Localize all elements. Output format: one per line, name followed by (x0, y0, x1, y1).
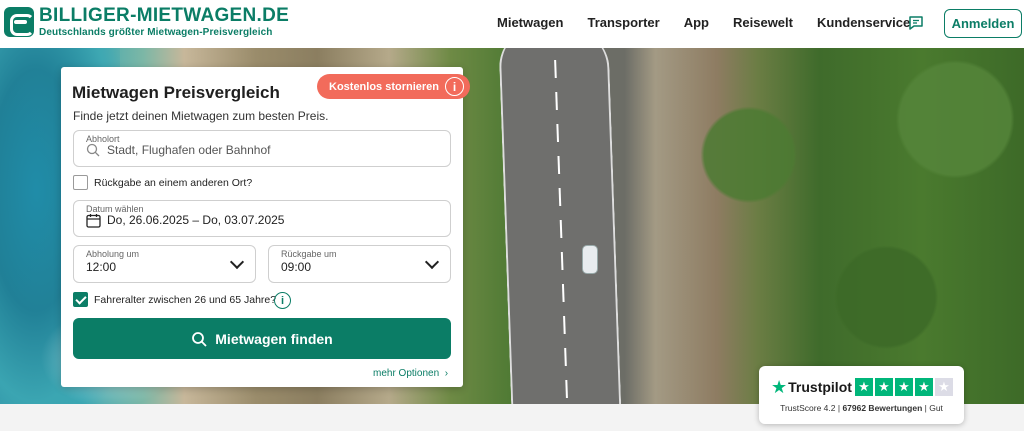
return-time-select[interactable]: Rückgabe um 09:00 (268, 245, 451, 283)
car-icon (583, 246, 597, 273)
info-icon[interactable]: i (445, 77, 464, 96)
star-icon: ★ (895, 378, 913, 396)
return-time-label: Rückgabe um (281, 249, 337, 259)
return-time-value: 09:00 (281, 260, 312, 274)
header: BILLIGER-MIETWAGEN.DE Deutschlands größt… (0, 0, 1024, 48)
rating-stars: ★ ★ ★ ★ ★ (855, 378, 955, 396)
search-icon (192, 331, 207, 347)
calendar-icon (86, 214, 101, 228)
nav-item-kundenservice[interactable]: Kundenservice (817, 15, 910, 30)
date-field[interactable]: Datum wählen Do, 26.06.2025 – Do, 03.07.… (73, 200, 451, 237)
star-icon: ★ (935, 378, 953, 396)
find-button-label: Mietwagen finden (215, 330, 333, 347)
trustpilot-widget[interactable]: ★ Trustpilot ★ ★ ★ ★ ★ TrustScore 4.2 | … (759, 366, 964, 424)
free-cancellation-label: Kostenlos stornieren (329, 80, 440, 93)
coastal-road (498, 48, 622, 404)
rating-verdict: Gut (929, 403, 943, 413)
return-elsewhere-checkbox[interactable] (73, 175, 88, 190)
star-icon: ★ (915, 378, 933, 396)
nav-item-reisewelt[interactable]: Reisewelt (733, 15, 793, 30)
brand-tagline: Deutschlands größter Mietwagen-Preisverg… (39, 27, 273, 38)
trustscore-label: TrustScore 4.2 (780, 403, 836, 413)
trustpilot-logo: ★ Trustpilot (771, 378, 852, 396)
login-button[interactable]: Anmelden (944, 9, 1022, 38)
more-options-link[interactable]: mehr Optionen › (373, 368, 448, 379)
nav-item-transporter[interactable]: Transporter (587, 15, 659, 30)
pickup-time-select[interactable]: Abholung um 12:00 (73, 245, 256, 283)
search-subtitle: Finde jetzt deinen Mietwagen zum besten … (73, 109, 329, 123)
return-elsewhere-label: Rückgabe an einem anderen Ort? (94, 177, 253, 189)
pickup-location-field[interactable]: Abholort Stadt, Flughafen oder Bahnhof (73, 130, 451, 167)
chat-icon[interactable] (908, 15, 924, 31)
more-options-label: mehr Optionen (373, 368, 440, 379)
star-icon: ★ (875, 378, 893, 396)
nav-item-mietwagen[interactable]: Mietwagen (497, 15, 563, 30)
trustscore-line: TrustScore 4.2 | 67962 Bewertungen | Gut (780, 403, 943, 413)
info-icon[interactable]: i (274, 292, 291, 309)
driver-age-label: Fahreralter zwischen 26 und 65 Jahre? (94, 294, 277, 306)
star-icon: ★ (855, 378, 873, 396)
trustpilot-star-icon: ★ (771, 377, 788, 397)
logo-icon (4, 7, 34, 37)
find-rental-car-button[interactable]: Mietwagen finden (73, 318, 451, 359)
review-count: 67962 Bewertungen (842, 403, 923, 413)
pickup-time-value: 12:00 (86, 260, 117, 274)
brand-name: BILLIGER-MIETWAGEN.DE (39, 5, 290, 26)
pickup-location-input[interactable]: Stadt, Flughafen oder Bahnhof (107, 143, 270, 157)
nav-item-app[interactable]: App (684, 15, 709, 30)
main-nav: Mietwagen Transporter App Reisewelt Kund… (497, 15, 910, 30)
forest-area (680, 48, 1024, 404)
date-value: Do, 26.06.2025 – Do, 03.07.2025 (107, 213, 285, 227)
chevron-down-icon (229, 254, 245, 270)
trustpilot-brand: Trustpilot (788, 379, 852, 395)
road-centerline (553, 48, 569, 404)
search-title: Mietwagen Preisvergleich (72, 83, 280, 102)
pickup-time-label: Abholung um (86, 249, 140, 259)
free-cancellation-badge[interactable]: Kostenlos stornieren i (317, 74, 470, 99)
logo-text: BILLIGER-MIETWAGEN.DE Deutschlands größt… (39, 6, 289, 38)
brand-logo[interactable]: BILLIGER-MIETWAGEN.DE Deutschlands größt… (4, 6, 289, 38)
chevron-right-icon: › (441, 368, 449, 379)
chevron-down-icon (424, 254, 440, 270)
driver-age-checkbox[interactable] (73, 292, 88, 307)
search-icon (86, 143, 100, 157)
